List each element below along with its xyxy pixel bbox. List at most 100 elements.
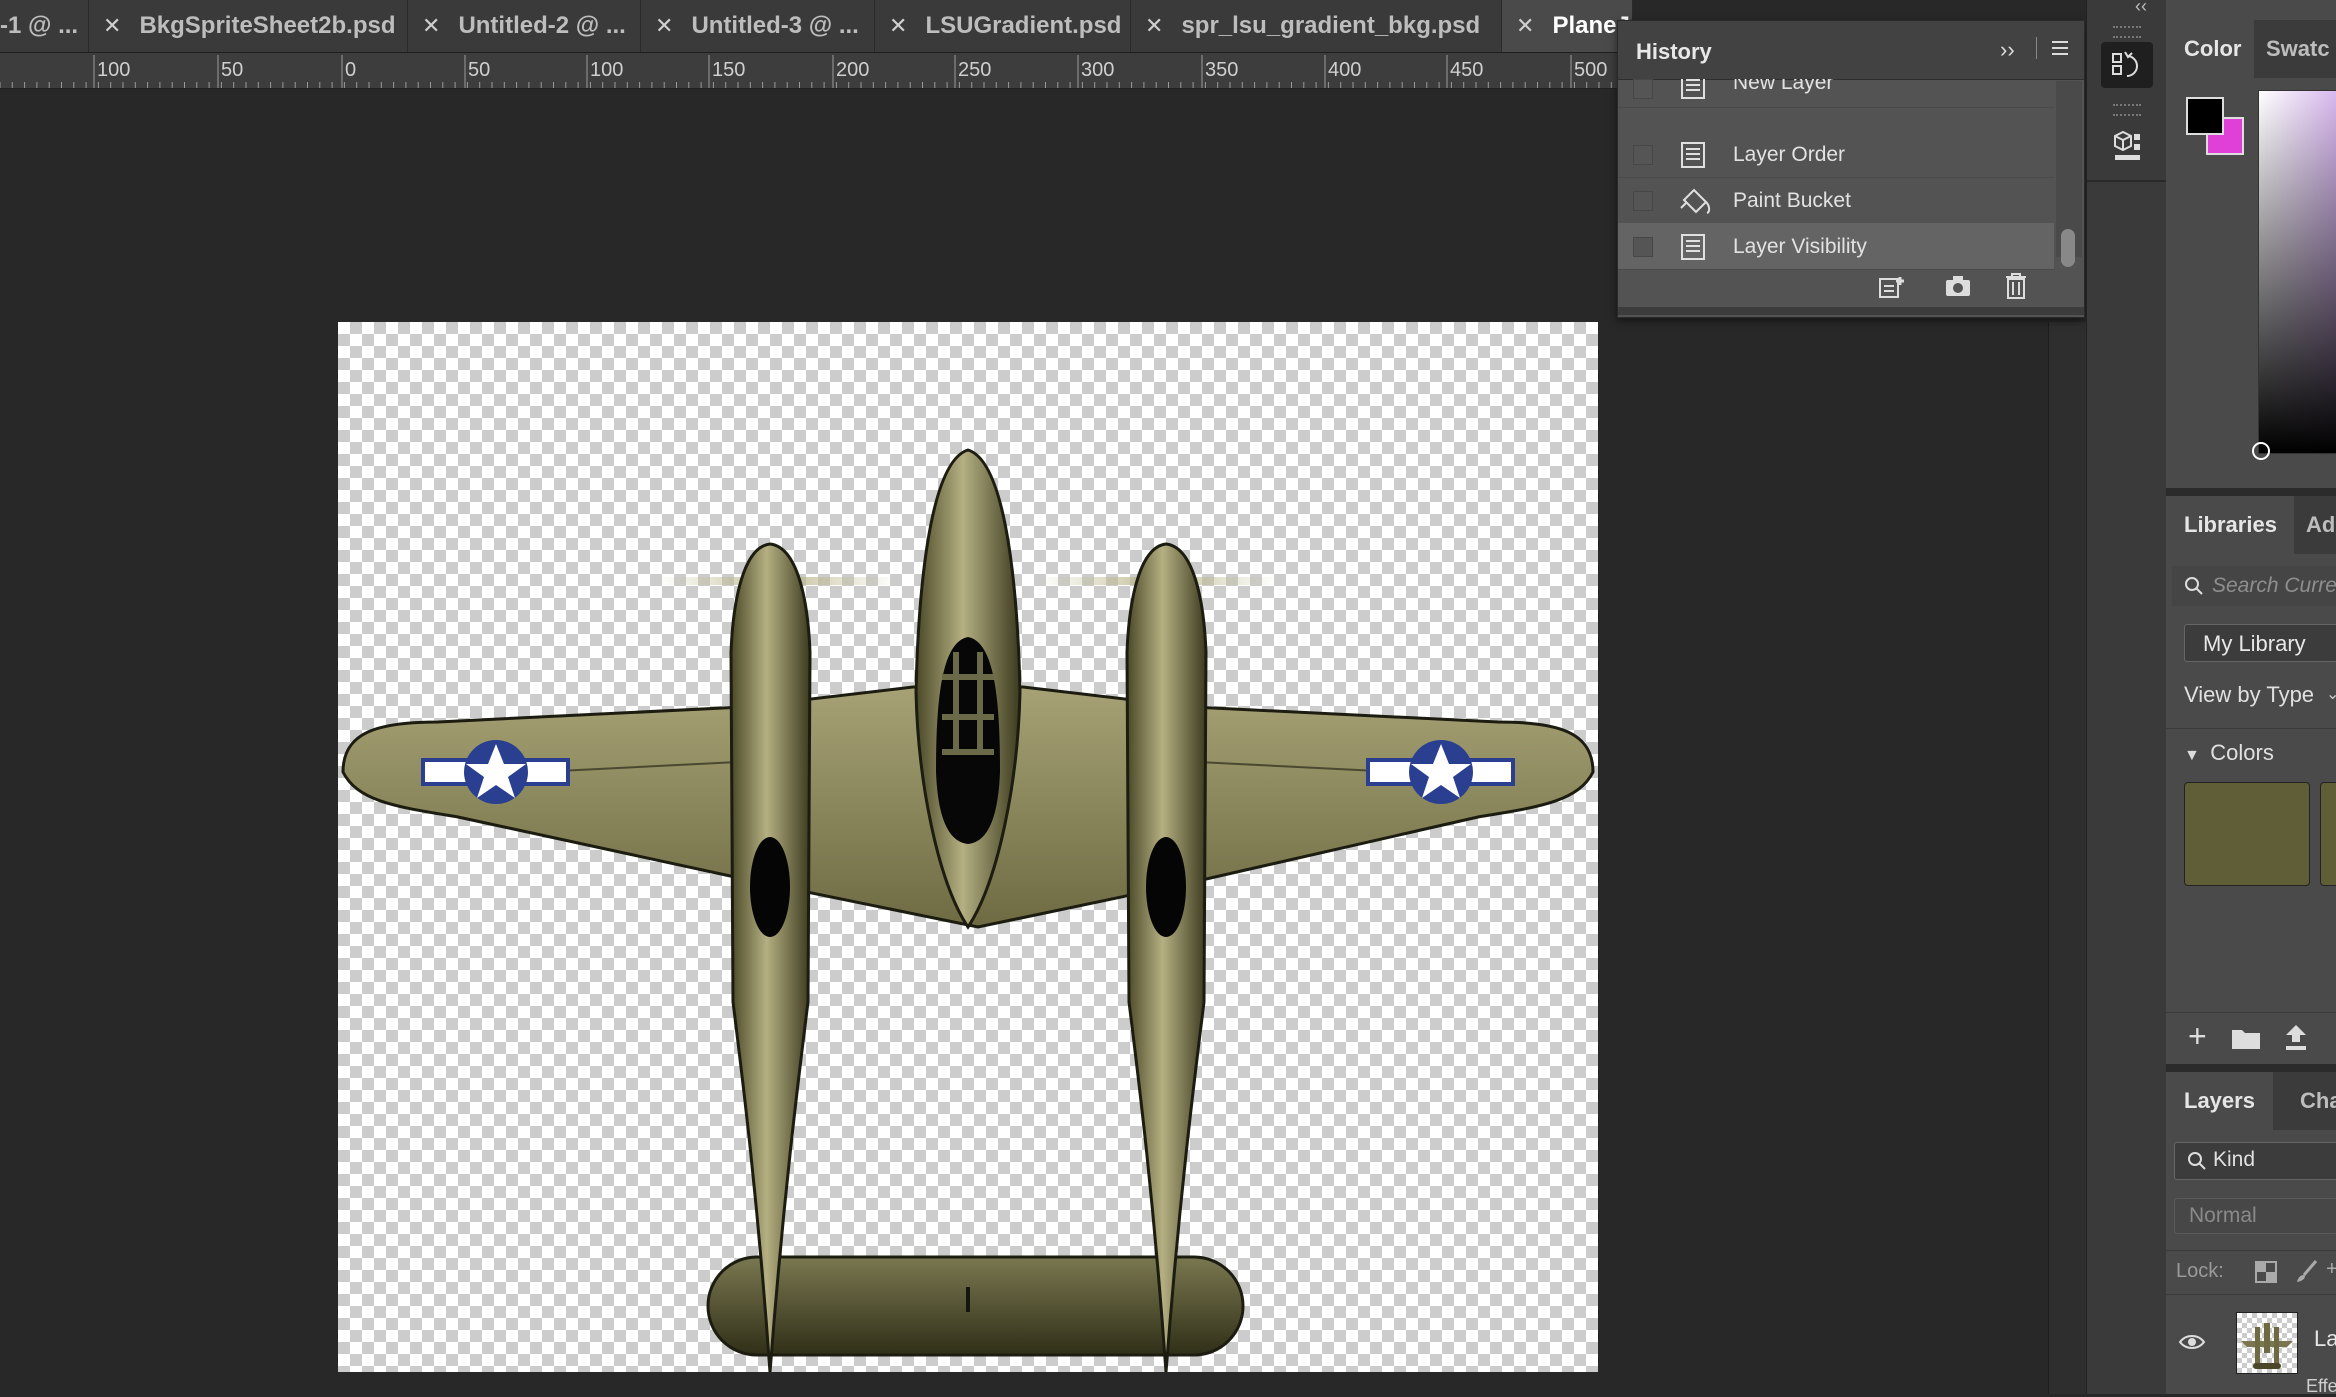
blend-mode-dropdown[interactable]: Normal bbox=[2174, 1198, 2336, 1234]
doc-tab-0[interactable]: -1 @ ... bbox=[0, 0, 89, 52]
horizontal-ruler[interactable]: 100 50 0 50 100 150 200 250 300 350 400 … bbox=[0, 53, 1620, 89]
close-tab-icon[interactable]: ✕ bbox=[1145, 13, 1163, 39]
layer-thumbnail[interactable] bbox=[2236, 1312, 2298, 1374]
library-search-placeholder: Search Curre bbox=[2212, 574, 2336, 597]
history-state-icon bbox=[1678, 140, 1708, 170]
tab-character[interactable]: Char bbox=[2288, 1072, 2336, 1130]
layer-filter-kind[interactable]: Kind bbox=[2174, 1142, 2336, 1180]
library-color-swatch[interactable] bbox=[2184, 782, 2310, 886]
ruler-label: 200 bbox=[836, 59, 870, 81]
lock-label: Lock: bbox=[2176, 1260, 2224, 1282]
tab-libraries[interactable]: Libraries bbox=[2166, 496, 2295, 554]
history-panel-icon bbox=[2112, 51, 2138, 77]
doc-tab-1[interactable]: ✕ BkgSpriteSheet2b.psd bbox=[89, 0, 408, 52]
ruler-label: 50 bbox=[468, 59, 491, 81]
library-dropdown[interactable]: My Library bbox=[2184, 624, 2336, 662]
foreground-color-swatch[interactable] bbox=[2186, 97, 2224, 135]
blend-mode-value: Normal bbox=[2189, 1204, 2257, 1227]
ruler-label: 100 bbox=[97, 59, 131, 81]
doc-tab-3[interactable]: ✕ Untitled-3 @ ... bbox=[641, 0, 875, 52]
history-item[interactable]: Paint Bucket bbox=[1618, 177, 2054, 224]
history-header: History ›› bbox=[1618, 21, 2084, 80]
history-state-icon bbox=[1678, 79, 1708, 101]
close-tab-icon[interactable]: ✕ bbox=[422, 13, 440, 39]
history-item[interactable]: New Layer bbox=[1618, 79, 2054, 108]
library-search-box[interactable]: Search Curre bbox=[2172, 566, 2336, 606]
left-engine-boom bbox=[729, 542, 812, 1373]
right-intake bbox=[1146, 837, 1186, 937]
right-panel-dock: Color Swatc Libraries Ad Search Curre My… bbox=[2166, 0, 2336, 1396]
vertical-scrollbar[interactable] bbox=[2048, 322, 2088, 1394]
history-item[interactable]: Layer Order bbox=[1618, 131, 2054, 178]
collapse-panel-icon[interactable]: ›› bbox=[2000, 37, 2015, 63]
lock-position-icon[interactable]: + bbox=[2326, 1258, 2336, 1281]
tab-layers[interactable]: Layers bbox=[2166, 1072, 2273, 1130]
upload-icon[interactable] bbox=[2282, 1022, 2310, 1052]
plane-thumbnail-icon bbox=[2241, 1323, 2293, 1369]
document-canvas[interactable] bbox=[338, 322, 1598, 1373]
snapshot-source-checkbox[interactable] bbox=[1633, 237, 1653, 257]
add-to-library-icon[interactable]: + bbox=[2188, 1018, 2207, 1055]
doc-tab-2[interactable]: ✕ Untitled-2 @ ... bbox=[408, 0, 641, 52]
close-tab-icon[interactable]: ✕ bbox=[103, 13, 121, 39]
doc-tab-label: spr_lsu_gradient_bkg.psd bbox=[1181, 12, 1481, 39]
tab-swatches[interactable]: Swatc bbox=[2254, 20, 2336, 78]
p38-plane-artwork bbox=[341, 448, 1595, 1373]
history-scrollbar[interactable] bbox=[2056, 81, 2082, 267]
doc-tab-4[interactable]: ✕ LSUGradient.psd bbox=[875, 0, 1131, 52]
color-picker-field[interactable] bbox=[2258, 90, 2336, 454]
color-picker-handle[interactable] bbox=[2252, 442, 2270, 460]
search-icon bbox=[2185, 577, 2203, 595]
history-item-label: Layer Order bbox=[1733, 143, 1846, 166]
panel-menu-icon[interactable] bbox=[2050, 39, 2070, 62]
collapsed-panel-strip: ‹‹ bbox=[2086, 0, 2168, 1394]
doc-tab-label: BkgSpriteSheet2b.psd bbox=[139, 12, 396, 39]
snapshot-source-checkbox[interactable] bbox=[1633, 79, 1653, 99]
close-tab-icon[interactable]: ✕ bbox=[1516, 13, 1534, 39]
lock-image-pixels-brush-icon[interactable] bbox=[2294, 1258, 2320, 1284]
library-color-swatch[interactable] bbox=[2320, 782, 2336, 886]
lock-transparent-pixels-icon[interactable] bbox=[2254, 1260, 2278, 1284]
layer-row[interactable]: La Effe bbox=[2166, 1296, 2336, 1396]
panel-divider bbox=[2036, 37, 2037, 59]
document-tab-bar: -1 @ ... ✕ BkgSpriteSheet2b.psd ✕ Untitl… bbox=[0, 0, 1633, 53]
chevron-down-icon: ⌄ bbox=[2326, 686, 2336, 703]
history-panel: History ›› New Layer Layer Order Paint B… bbox=[1617, 20, 2085, 318]
close-tab-icon[interactable]: ✕ bbox=[889, 13, 907, 39]
colors-section-toggle[interactable]: ▼ Colors bbox=[2184, 740, 2274, 770]
ruler-label: 150 bbox=[712, 59, 746, 81]
expand-panels-icon[interactable]: ‹‹ bbox=[2135, 0, 2147, 17]
view-by-label: View by Type bbox=[2184, 682, 2315, 707]
ruler-label: 400 bbox=[1328, 59, 1362, 81]
3d-panel-button[interactable] bbox=[2101, 124, 2153, 170]
filter-kind-label: Kind bbox=[2213, 1148, 2256, 1171]
ruler-label: 100 bbox=[590, 59, 624, 81]
doc-tab-label: Untitled-2 @ ... bbox=[458, 12, 626, 39]
camera-snapshot-icon[interactable] bbox=[1943, 273, 1973, 304]
3d-cube-icon bbox=[2114, 130, 2140, 160]
left-intake bbox=[750, 837, 790, 937]
close-tab-icon[interactable]: ✕ bbox=[655, 13, 673, 39]
view-by-type-dropdown[interactable]: View by Type ⌄ bbox=[2184, 682, 2336, 712]
snapshot-source-checkbox[interactable] bbox=[1633, 145, 1653, 165]
delete-trash-icon[interactable] bbox=[2003, 271, 2029, 306]
panel-resize-grip[interactable] bbox=[1618, 307, 2084, 315]
folder-icon[interactable] bbox=[2230, 1024, 2264, 1052]
layer-name[interactable]: La bbox=[2314, 1326, 2336, 1352]
paint-bucket-icon bbox=[1678, 186, 1711, 216]
ruler-label: 50 bbox=[221, 59, 244, 81]
tab-color[interactable]: Color bbox=[2166, 20, 2259, 78]
doc-tab-5[interactable]: ✕ spr_lsu_gradient_bkg.psd bbox=[1131, 0, 1502, 52]
right-engine-boom bbox=[1125, 542, 1208, 1373]
ruler-label: 450 bbox=[1450, 59, 1484, 81]
drag-grip[interactable] bbox=[2113, 104, 2141, 116]
new-document-from-state-icon[interactable] bbox=[1876, 273, 1906, 306]
snapshot-source-checkbox[interactable] bbox=[1633, 191, 1653, 211]
tab-adjustments[interactable]: Ad bbox=[2294, 496, 2336, 554]
eye-visibility-icon[interactable] bbox=[2178, 1332, 2206, 1352]
doc-tab-active[interactable]: ✕ PlaneJp bbox=[1502, 0, 1633, 52]
search-icon bbox=[2188, 1152, 2206, 1170]
history-panel-button[interactable] bbox=[2101, 42, 2153, 88]
drag-grip[interactable] bbox=[2113, 26, 2141, 38]
ruler-label: 350 bbox=[1205, 59, 1239, 81]
